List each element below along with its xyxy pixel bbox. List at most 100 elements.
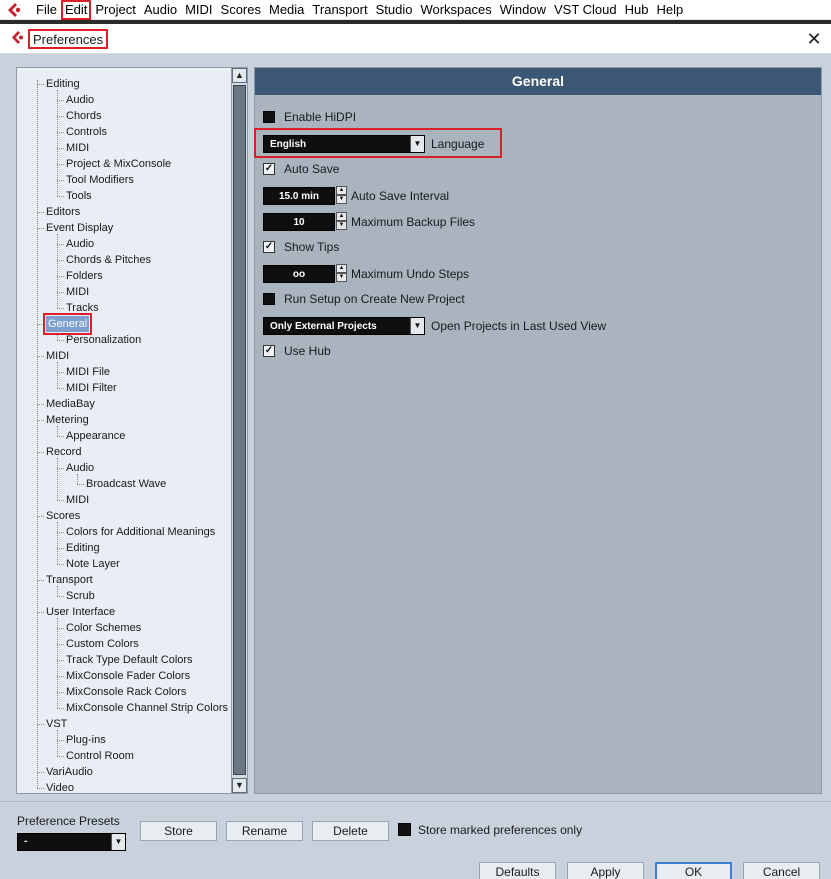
tree-item-tools[interactable]: Tools <box>66 188 92 204</box>
tree-item-event-display[interactable]: Event Display <box>46 220 113 236</box>
tree-item-video[interactable]: Video <box>46 780 74 793</box>
tree-item-editors[interactable]: Editors <box>46 204 80 220</box>
tree-item-controls[interactable]: Controls <box>66 124 107 140</box>
stepper-down-icon[interactable]: ▼ <box>336 221 347 230</box>
menu-transport[interactable]: Transport <box>308 0 371 20</box>
defaults-button[interactable]: Defaults <box>479 862 556 879</box>
menu-project[interactable]: Project <box>91 0 139 20</box>
enable-hidpi-option[interactable]: Enable HiDPI <box>263 108 356 126</box>
tree-item-personalization[interactable]: Personalization <box>66 332 141 348</box>
tree-item-chords[interactable]: Chords <box>66 108 101 124</box>
tree-item-editing[interactable]: Editing <box>46 76 80 92</box>
max-backup-stepper[interactable]: ▲ ▼ <box>336 212 347 230</box>
run-setup-option[interactable]: Run Setup on Create New Project <box>263 290 465 308</box>
tree-item-midi-file[interactable]: MIDI File <box>66 364 110 380</box>
tree-connector <box>57 260 64 261</box>
store-button[interactable]: Store <box>140 821 217 841</box>
tree-item-scrub[interactable]: Scrub <box>66 588 95 604</box>
auto-save-option[interactable]: ✓ Auto Save <box>263 160 339 178</box>
stepper-up-icon[interactable]: ▲ <box>336 186 347 195</box>
menu-file[interactable]: File <box>32 0 61 20</box>
use-hub-option[interactable]: ✓ Use Hub <box>263 342 331 360</box>
tree-item-project-mixconsole[interactable]: Project & MixConsole <box>66 156 171 172</box>
auto-save-checkbox[interactable]: ✓ <box>263 163 275 175</box>
tree-item-user-interface[interactable]: User Interface <box>46 604 115 620</box>
tree-item-colors-for-additional-meanings[interactable]: Colors for Additional Meanings <box>66 524 215 540</box>
tree-item-midi[interactable]: MIDI <box>66 140 89 156</box>
menu-media[interactable]: Media <box>265 0 308 20</box>
tree-item-audio[interactable]: Audio <box>66 92 94 108</box>
tree-item-appearance[interactable]: Appearance <box>66 428 125 444</box>
ok-button[interactable]: OK <box>655 862 732 879</box>
tree-item-tool-modifiers[interactable]: Tool Modifiers <box>66 172 134 188</box>
run-setup-checkbox[interactable] <box>263 293 275 305</box>
use-hub-checkbox[interactable]: ✓ <box>263 345 275 357</box>
menu-vst-cloud[interactable]: VST Cloud <box>550 0 621 20</box>
tree-item-folders[interactable]: Folders <box>66 268 103 284</box>
cancel-button[interactable]: Cancel <box>743 862 820 879</box>
show-tips-checkbox[interactable]: ✓ <box>263 241 275 253</box>
tree-item-midi[interactable]: MIDI <box>66 492 89 508</box>
menu-workspaces[interactable]: Workspaces <box>416 0 495 20</box>
menu-hub[interactable]: Hub <box>621 0 653 20</box>
tree-item-general[interactable]: General <box>42 313 93 335</box>
tree-item-chords-pitches[interactable]: Chords & Pitches <box>66 252 151 268</box>
tree-item-metering[interactable]: Metering <box>46 412 89 428</box>
tree-item-record[interactable]: Record <box>46 444 81 460</box>
menu-scores[interactable]: Scores <box>217 0 265 20</box>
store-marked-only-checkbox[interactable] <box>398 823 411 836</box>
scroll-up-icon[interactable]: ▲ <box>232 68 247 83</box>
max-undo-stepper[interactable]: ▲ ▼ <box>336 264 347 282</box>
max-backup-field[interactable]: 10 <box>263 213 335 231</box>
apply-button[interactable]: Apply <box>567 862 644 879</box>
menu-edit[interactable]: Edit <box>60 0 92 20</box>
tree-item-note-layer[interactable]: Note Layer <box>66 556 120 572</box>
preference-presets-dropdown[interactable]: - ▼ <box>17 833 126 851</box>
tree-item-mixconsole-channel-strip-colors[interactable]: MixConsole Channel Strip Colors <box>66 700 228 716</box>
tree-item-midi[interactable]: MIDI <box>66 284 89 300</box>
tree-item-mixconsole-fader-colors[interactable]: MixConsole Fader Colors <box>66 668 190 684</box>
show-tips-option[interactable]: ✓ Show Tips <box>263 238 339 256</box>
tree-item-midi-filter[interactable]: MIDI Filter <box>66 380 117 396</box>
auto-save-interval-stepper[interactable]: ▲ ▼ <box>336 186 347 204</box>
tree-item-editing[interactable]: Editing <box>66 540 100 556</box>
tree-item-custom-colors[interactable]: Custom Colors <box>66 636 139 652</box>
open-projects-dropdown[interactable]: Only External Projects ▼ <box>263 317 425 335</box>
menu-midi[interactable]: MIDI <box>181 0 216 20</box>
tree-item-mixconsole-rack-colors[interactable]: MixConsole Rack Colors <box>66 684 186 700</box>
tree-connector <box>37 84 44 85</box>
tree-item-plug-ins[interactable]: Plug-ins <box>66 732 106 748</box>
tree-item-color-schemes[interactable]: Color Schemes <box>66 620 141 636</box>
enable-hidpi-checkbox[interactable] <box>263 111 275 123</box>
tree-scrollbar[interactable]: ▲ ▼ <box>231 68 247 793</box>
stepper-down-icon[interactable]: ▼ <box>336 195 347 204</box>
tree-item-audio[interactable]: Audio <box>66 236 94 252</box>
tree-connector <box>37 228 44 229</box>
menu-window[interactable]: Window <box>496 0 550 20</box>
stepper-down-icon[interactable]: ▼ <box>336 273 347 282</box>
tree-item-track-type-default-colors[interactable]: Track Type Default Colors <box>66 652 193 668</box>
rename-button[interactable]: Rename <box>226 821 303 841</box>
delete-button[interactable]: Delete <box>312 821 389 841</box>
tree-item-transport[interactable]: Transport <box>46 572 93 588</box>
tree-item-audio[interactable]: Audio <box>66 460 94 476</box>
tree-item-mediabay[interactable]: MediaBay <box>46 396 95 412</box>
tree-item-midi[interactable]: MIDI <box>46 348 69 364</box>
menu-help[interactable]: Help <box>653 0 688 20</box>
cubase-logo-icon[interactable] <box>6 2 24 18</box>
stepper-up-icon[interactable]: ▲ <box>336 264 347 273</box>
scroll-down-icon[interactable]: ▼ <box>232 778 247 793</box>
menu-audio[interactable]: Audio <box>140 0 181 20</box>
tree-item-variaudio[interactable]: VariAudio <box>46 764 93 780</box>
tree-item-scores[interactable]: Scores <box>46 508 80 524</box>
tree-item-broadcast-wave[interactable]: Broadcast Wave <box>86 476 166 492</box>
scrollbar-thumb[interactable] <box>233 85 246 775</box>
max-undo-field[interactable]: oo <box>263 265 335 283</box>
close-icon[interactable]: ✕ <box>803 28 825 50</box>
menu-studio[interactable]: Studio <box>372 0 417 20</box>
tree-item-tracks[interactable]: Tracks <box>66 300 99 316</box>
tree-item-vst[interactable]: VST <box>46 716 67 732</box>
stepper-up-icon[interactable]: ▲ <box>336 212 347 221</box>
tree-item-control-room[interactable]: Control Room <box>66 748 134 764</box>
auto-save-interval-field[interactable]: 15.0 min <box>263 187 335 205</box>
